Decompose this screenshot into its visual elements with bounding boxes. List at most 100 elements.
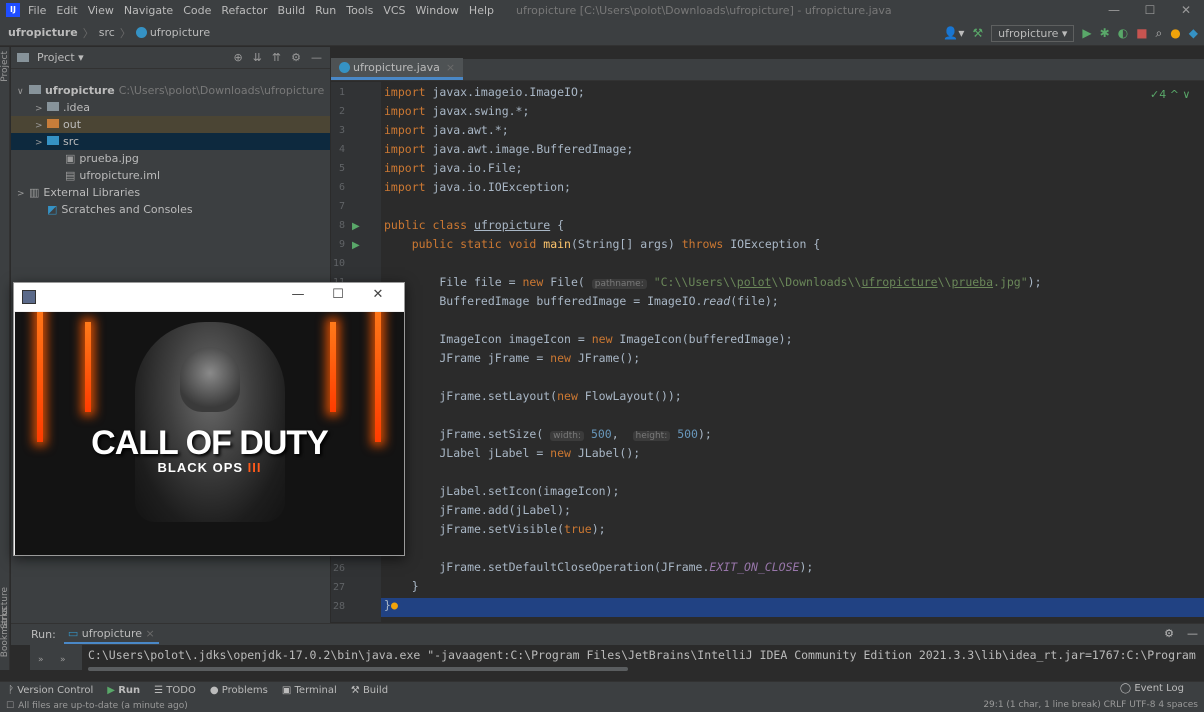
run-tab-ufropicture[interactable]: ▭ ufropicture × [63,625,159,644]
locate-icon[interactable]: ⊕ [233,51,242,64]
orange-light-bar [85,322,91,412]
tree-item-external-libraries[interactable]: > ▥ External Libraries [11,184,330,201]
tree-item-ufropicture-iml[interactable]: ▤ ufropicture.iml [11,167,330,184]
status-toggle-icon[interactable]: ☐ [6,701,14,711]
tab-close-icon[interactable]: × [446,61,455,74]
project-view-selector[interactable]: Project ▾ [37,51,84,64]
bookmarks-tool-tab[interactable]: Bookmarks [0,607,10,657]
close-button[interactable]: ✕ [1168,0,1204,20]
build-tab[interactable]: ⚒ Build [351,685,388,696]
more-icon[interactable]: » [38,655,44,665]
inspection-badge[interactable]: ✓4 ^ ∨ [1150,88,1190,101]
maximize-button[interactable]: ☐ [1132,0,1168,20]
gear-icon[interactable]: ⚙ [1164,627,1174,640]
current-line-highlight [381,598,1204,617]
menu-edit[interactable]: Edit [56,4,77,17]
class-icon [135,27,147,38]
more-icon[interactable]: » [60,655,66,665]
line-number: 10 [332,258,345,269]
debug-icon[interactable]: ✱ [1100,26,1110,40]
folder-icon [47,119,59,128]
status-bar: ☐ All files are up-to-date (a minute ago… [0,699,1204,712]
code-line: jLabel.setIcon(imageIcon); [384,484,620,498]
run-config-dropdown[interactable]: ufropicture ▾ [991,24,1075,42]
console-output: C:\Users\polot\.jdks\openjdk-17.0.2\bin\… [88,648,1196,662]
tree-item-idea[interactable]: > .idea [11,99,330,116]
gear-icon[interactable]: ⚙ [291,51,301,64]
tree-item-src[interactable]: > src [11,133,330,150]
coverage-icon[interactable]: ◐ [1118,26,1128,40]
build-hammer-icon: ⚒ [350,685,360,696]
game-logo-title: CALL OF DUTY [91,424,329,462]
tree-item-ufropicture[interactable]: ∨ ufropicture C:\Users\polot\Downloads\ufr… [11,82,330,99]
menu-code[interactable]: Code [183,4,211,17]
build-hammer-icon[interactable]: ⚒ [972,26,983,40]
update-icon[interactable]: ● [1170,26,1180,40]
tab-label: TODO [166,685,196,696]
window-title: ufropicture [C:\Users\polot\Downloads\uf… [516,3,892,17]
java-close-button[interactable]: ✕ [358,287,398,302]
tree-item-label: Scratches and Consoles [61,203,193,216]
tree-item-out[interactable]: > out [11,116,330,133]
breadcrumb-project[interactable]: ufropicture [8,26,78,39]
todo-tab[interactable]: ☰ TODO [154,685,196,696]
menu-refactor[interactable]: Refactor [221,4,267,17]
hide-icon[interactable]: — [311,51,322,64]
tab-label: Build [362,685,389,696]
run-icon[interactable]: ▶ [1082,26,1091,40]
java-maximize-button[interactable]: ☐ [318,287,358,302]
java-frame-window[interactable]: — ☐ ✕ CALL OF DUTY BLACK OPS III [13,282,405,556]
menu-vcs[interactable]: VCS [383,4,405,17]
minimize-button[interactable]: — [1096,0,1132,20]
navigation-bar: ufropicture 〉 src 〉 ufropicture 👤▾ ⚒ ufr… [0,20,1204,46]
hide-icon[interactable]: — [1187,627,1198,640]
line-number: 5 [338,163,345,174]
tree-item-scratches[interactable]: ◩ Scratches and Consoles [11,201,330,218]
java-frame-titlebar[interactable]: — ☐ ✕ [14,283,404,311]
code-line: jFrame.setLayout(new FlowLayout()); [384,389,682,403]
breadcrumb-separator: 〉 [82,26,94,40]
search-icon[interactable]: ⌕ [1156,26,1163,41]
run-gutter-icon[interactable]: ▶ [352,221,360,232]
run-gutter-icon[interactable]: ▶ [352,240,360,251]
status-right-info[interactable]: 29:1 (1 char, 1 line break) CRLF UTF-8 4… [983,699,1198,712]
menu-build[interactable]: Build [278,4,306,17]
user-icon[interactable]: 👤▾ [943,26,964,40]
collapse-all-icon[interactable]: ⇈ [272,51,281,64]
terminal-tab[interactable]: ▣ Terminal [282,685,337,696]
code-line: jFrame.add(jLabel); [384,503,571,517]
menu-file[interactable]: File [28,4,46,17]
breadcrumb-class[interactable]: ufropicture [150,26,210,39]
intellij-logo-icon: IJ [6,3,20,17]
line-number: 4 [338,144,345,155]
expand-all-icon[interactable]: ⇊ [253,51,262,64]
version-control-tab[interactable]: ᚹ Version Control [8,685,93,696]
java-minimize-button[interactable]: — [278,287,318,302]
plugin-icon[interactable]: ◆ [1189,26,1198,40]
param-hint: pathname: [591,279,647,289]
list-icon: ☰ [154,685,164,696]
problems-tab[interactable]: ● Problems [210,685,268,696]
tab-ufropicture-java[interactable]: ufropicture.java × [331,58,464,80]
menu-help[interactable]: Help [469,4,494,17]
breadcrumb-src[interactable]: src [99,26,115,39]
console-horizontal-scrollbar[interactable] [88,667,628,671]
menu-navigate[interactable]: Navigate [124,4,173,17]
code-line: jFrame.setSize( width: 500, height: 500)… [384,427,712,441]
run-tab-close-icon[interactable]: × [146,627,155,640]
tree-item-prueba-jpg[interactable]: ▣ prueba.jpg [11,150,330,167]
run-console-toolbar: » » [30,645,82,670]
code-line: BufferedImage bufferedImage = ImageIO.re… [384,294,779,308]
run-tool-tab[interactable]: ▶ Run [107,685,140,696]
menu-tools[interactable]: Tools [346,4,373,17]
code-line: import java.awt.*; [384,123,509,137]
menu-view[interactable]: View [88,4,114,17]
event-log-button[interactable]: ◯ Event Log [1120,683,1184,694]
stop-icon[interactable]: ■ [1136,26,1147,40]
project-tool-tab[interactable]: Project [0,51,10,82]
subtitle-text: BLACK OPS [157,460,244,475]
menu-run[interactable]: Run [315,4,336,17]
menu-window[interactable]: Window [416,4,459,17]
java-app-icon [22,290,36,304]
problems-icon: ● [209,685,219,696]
